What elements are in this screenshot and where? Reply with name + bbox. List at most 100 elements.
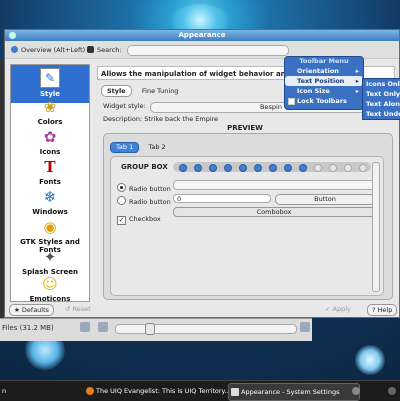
progress-dot (209, 164, 217, 172)
tab-style[interactable]: Style (101, 85, 132, 97)
search-label: Search: (97, 46, 122, 54)
reset-button[interactable]: ↺ Reset (61, 304, 95, 314)
back-arrow-icon (11, 46, 18, 53)
menu-item-lock-toolbars[interactable]: Lock Toolbars (285, 96, 363, 106)
menu-title: Toolbar Menu (299, 57, 349, 65)
radio-indicator[interactable] (117, 196, 126, 205)
menu-item-label: Icon Size (297, 87, 330, 95)
menu-item-label: Text Position (297, 77, 345, 85)
fonts-icon: T (44, 158, 56, 176)
menu-item-orientation[interactable]: Orientation ▸ (285, 66, 363, 76)
submenu-arrow-icon: ▸ (355, 67, 359, 75)
taskbar-item-label: The UIQ Evangelist: This is UIQ Territor… (96, 387, 231, 395)
style-icon: ✎ (40, 68, 60, 88)
preview-scrollbar[interactable] (372, 162, 380, 292)
checkbox-indicator[interactable]: ✓ (117, 216, 126, 225)
widget-style-label: Widget style: (103, 102, 146, 110)
firefox-icon (86, 387, 94, 395)
splash-icon: ✦ (43, 248, 57, 266)
progress-dot (344, 164, 352, 172)
title-bar[interactable]: Appearance (5, 30, 399, 41)
windows-icon: ❄ (43, 188, 57, 206)
preview-combobox[interactable]: Combobox (173, 207, 375, 217)
sidebar-item-emoticons[interactable]: ☺ Emoticons (11, 275, 89, 303)
radio-indicator[interactable] (117, 183, 126, 192)
tab-fine-tuning[interactable]: Fine Tuning (137, 86, 184, 96)
preview-button[interactable]: Button (275, 194, 375, 205)
taskbar-item-label: Appearance - System Settings (241, 388, 340, 396)
progress-dot (179, 164, 187, 172)
preview-title: PREVIEW (227, 124, 263, 132)
toolbar-context-menu: Toolbar Menu Orientation ▸ Text Position ▸… (284, 56, 364, 110)
defaults-label: Defaults (21, 306, 50, 314)
overview-button[interactable]: Overview (Alt+Left) (11, 45, 85, 55)
submenu-arrow-icon: ▸ (355, 87, 359, 95)
window-title: Appearance (178, 31, 226, 39)
icons-icon: ✿ (43, 128, 57, 146)
search-label-wrap: Search: (87, 45, 122, 55)
taskbar-item-1[interactable]: n (0, 383, 62, 399)
menu-item-label: Lock Toolbars (297, 97, 347, 105)
lock-checkbox-icon (288, 98, 295, 105)
progress-dot (269, 164, 277, 172)
help-button[interactable]: ? Help (367, 304, 398, 316)
reset-icon: ↺ (65, 305, 73, 313)
zoom-in-icon[interactable] (300, 322, 310, 332)
preview-tab-1[interactable]: Tab 1 (110, 142, 140, 153)
preview-panel: Tab 1 Tab 2 GROUP BOX Radio button Radio… (103, 133, 393, 300)
preview-slider[interactable] (173, 180, 375, 190)
submenu-item-text-alongside[interactable]: Text Alongside (363, 99, 400, 109)
submenu-item-icons-only[interactable]: Icons Only (363, 79, 400, 89)
menu-item-label: Orientation (297, 67, 339, 75)
colors-icon: ❀ (43, 98, 57, 116)
tray-icon (388, 387, 396, 395)
radio-label: Radio button (129, 198, 171, 206)
progress-dot (284, 164, 292, 172)
checkbox-option[interactable]: ✓ Checkbox (117, 215, 161, 225)
overview-label: Overview (Alt+Left) (21, 46, 86, 54)
preview-tab-2[interactable]: Tab 2 (143, 143, 170, 152)
checkbox-label: Checkbox (129, 215, 161, 223)
taskbar-item-browser[interactable]: The UIQ Evangelist: This is UIQ Territor… (84, 383, 236, 399)
reset-label: Reset (72, 305, 91, 313)
submenu-arrow-icon: ▸ (355, 77, 359, 85)
desktop-glow-right (355, 345, 385, 375)
bottom-button-bar: ★ Defaults ↺ Reset ✓ Apply ? Help (5, 301, 399, 318)
radio-option-1[interactable]: Radio button (117, 183, 171, 193)
progress-dot (329, 164, 337, 172)
apply-button[interactable]: ✓ Apply (321, 304, 355, 314)
app-icon (9, 32, 16, 39)
progress-dot (359, 164, 367, 172)
menu-item-icon-size[interactable]: Icon Size ▸ (285, 86, 363, 96)
tray-icon-1[interactable] (350, 383, 364, 399)
zoom-icon[interactable] (98, 322, 108, 332)
binoculars-icon (87, 46, 94, 53)
emoticons-icon: ☺ (42, 275, 58, 293)
text-position-submenu: Icons Only Text Only Text Alongside Text… (362, 78, 400, 120)
group-box-title: GROUP BOX (121, 163, 168, 171)
zoom-slider[interactable] (115, 324, 297, 334)
progress-dot (314, 164, 322, 172)
category-sidebar: ✎ Style ❀ Colors ✿ Icons T Fonts ❄ Windo… (10, 64, 90, 303)
tray-icon-2[interactable] (386, 383, 400, 399)
submenu-item-text-under[interactable]: Text Under (363, 109, 400, 119)
help-label: Help (377, 306, 393, 314)
taskbar-item-appearance[interactable]: Appearance - System Settings (228, 383, 360, 401)
submenu-item-text-only[interactable]: Text Only (363, 89, 400, 99)
apply-label: Apply (332, 305, 351, 313)
zoom-slider-handle[interactable] (145, 323, 155, 335)
radio-option-2[interactable]: Radio button (117, 196, 171, 206)
defaults-button[interactable]: ★ Defaults (9, 304, 55, 316)
menu-item-text-position[interactable]: Text Position ▸ (285, 76, 363, 86)
progress-dot (239, 164, 247, 172)
style-description: Description: Strike back the Empire (103, 115, 219, 123)
tray-icon (352, 387, 360, 395)
gtk-icon: ◉ (43, 218, 57, 236)
apply-icon: ✓ (325, 305, 333, 313)
settings-icon (231, 388, 239, 396)
progress-dot (299, 164, 307, 172)
zoom-out-icon[interactable] (80, 322, 90, 332)
search-input[interactable] (127, 45, 289, 56)
preview-spinbox[interactable]: 0 (173, 194, 271, 203)
defaults-icon: ★ (14, 306, 22, 314)
